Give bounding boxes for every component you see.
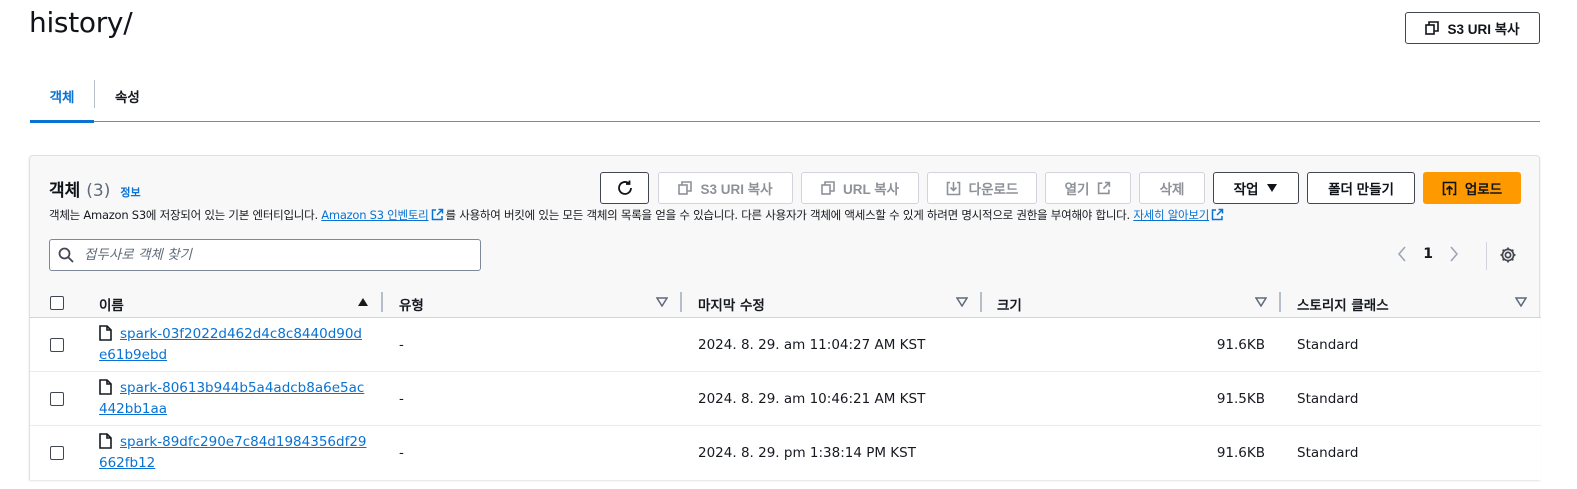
- page-title: history/: [29, 6, 133, 39]
- object-name-link[interactable]: spark-80613b944b5a4adcb8a6e5ac442bb1aa: [99, 380, 364, 417]
- download-icon: [946, 181, 960, 195]
- sort-down-icon[interactable]: [956, 297, 968, 307]
- object-size: 91.6KB: [1216, 445, 1265, 461]
- tab-objects-label: 객체: [49, 90, 75, 106]
- open-label: 열기: [1064, 182, 1090, 197]
- object-name-cell: spark-80613b944b5a4adcb8a6e5ac442bb1aa: [99, 378, 369, 420]
- description-text-1: 객체는 Amazon S3에 저장되어 있는 기본 엔터티입니다.: [49, 208, 318, 222]
- open-button[interactable]: 열기: [1045, 172, 1131, 204]
- copy-icon: [821, 181, 835, 195]
- objects-table: 이름 유형 마지막 수정 크기 스토리지 클래스 spark-03f2022d4…: [30, 288, 1541, 480]
- column-divider[interactable]: [381, 292, 383, 312]
- pagination-divider: [1486, 242, 1487, 270]
- object-name-cell: spark-03f2022d462d4c8c8440d90de61b9ebd: [99, 324, 369, 366]
- copy-s3-uri-label: S3 URI 복사: [1447, 22, 1520, 37]
- object-storage-class: Standard: [1297, 391, 1359, 407]
- object-storage-class: Standard: [1297, 337, 1359, 353]
- tab-properties[interactable]: 속성: [115, 80, 140, 122]
- object-last-modified: 2024. 8. 29. am 11:04:27 AM KST: [698, 337, 926, 353]
- current-page[interactable]: 1: [1423, 246, 1433, 262]
- delete-button[interactable]: 삭제: [1139, 172, 1205, 204]
- object-name-link[interactable]: spark-89dfc290e7c84d1984356df29662fb12: [99, 434, 367, 471]
- object-last-modified: 2024. 8. 29. pm 1:38:14 PM KST: [698, 445, 916, 461]
- copy-url-label: URL 복사: [842, 182, 900, 197]
- object-last-modified: 2024. 8. 29. am 10:46:21 AM KST: [698, 391, 926, 407]
- learn-more-link[interactable]: 자세히 알아보기: [1133, 208, 1209, 222]
- objects-count: (3): [86, 181, 111, 201]
- search-icon: [58, 247, 74, 263]
- gear-icon[interactable]: [1499, 246, 1517, 264]
- create-folder-label: 폴더 만들기: [1328, 182, 1394, 197]
- column-header-last-modified[interactable]: 마지막 수정: [698, 294, 765, 314]
- table-row: spark-03f2022d462d4c8c8440d90de61b9ebd -…: [30, 318, 1541, 372]
- file-icon: [99, 379, 112, 395]
- chevron-right-icon[interactable]: [1449, 246, 1459, 262]
- copy-icon: [678, 181, 693, 195]
- tab-objects[interactable]: 객체: [30, 80, 94, 123]
- table-row: spark-80613b944b5a4adcb8a6e5ac442bb1aa -…: [30, 372, 1541, 426]
- search-input[interactable]: [84, 247, 464, 263]
- objects-header: 객체 (3) 정보: [49, 176, 141, 201]
- tab-properties-label: 속성: [115, 90, 140, 106]
- objects-title: 객체: [49, 181, 81, 201]
- refresh-button[interactable]: [600, 172, 649, 204]
- object-type: -: [399, 337, 404, 353]
- chevron-left-icon[interactable]: [1397, 246, 1407, 262]
- upload-button[interactable]: 업로드: [1423, 172, 1521, 204]
- copy-s3-uri-toolbar-button[interactable]: S3 URI 복사: [658, 172, 793, 204]
- actions-dropdown[interactable]: 작업: [1213, 172, 1299, 204]
- create-folder-button[interactable]: 폴더 만들기: [1307, 172, 1415, 204]
- objects-panel: 객체 (3) 정보 객체는 Amazon S3에 저장되어 있는 기본 엔터티입…: [29, 155, 1541, 480]
- sort-down-icon[interactable]: [656, 297, 668, 307]
- caret-down-icon: [1267, 184, 1278, 192]
- tab-list: 객체 속성: [30, 80, 1540, 123]
- refresh-icon: [617, 180, 632, 195]
- object-type: -: [399, 445, 404, 461]
- download-label: 다운로드: [968, 182, 1019, 197]
- description-text-2: 를 사용하여 버킷에 있는 모든 객체의 목록을 얻을 수 있습니다. 다른 사…: [445, 208, 1131, 222]
- object-type: -: [399, 391, 404, 407]
- select-all-checkbox[interactable]: [50, 296, 64, 310]
- upload-icon: [1442, 181, 1457, 195]
- column-header-storage-class[interactable]: 스토리지 클래스: [1297, 294, 1389, 314]
- copy-s3-uri-button[interactable]: S3 URI 복사: [1405, 12, 1540, 44]
- column-header-name[interactable]: 이름: [99, 294, 124, 314]
- column-divider[interactable]: [680, 292, 682, 312]
- object-size: 91.5KB: [1216, 391, 1265, 407]
- download-button[interactable]: 다운로드: [927, 172, 1037, 204]
- table-header: 이름 유형 마지막 수정 크기 스토리지 클래스: [30, 288, 1541, 318]
- row-checkbox[interactable]: [50, 392, 64, 406]
- sort-down-icon[interactable]: [1515, 297, 1527, 307]
- object-size: 91.6KB: [1216, 337, 1265, 353]
- external-link-icon: [431, 208, 443, 221]
- pagination: 1: [1397, 246, 1459, 262]
- object-storage-class: Standard: [1297, 445, 1359, 461]
- object-name-link[interactable]: spark-03f2022d462d4c8c8440d90de61b9ebd: [99, 326, 362, 363]
- object-name-cell: spark-89dfc290e7c84d1984356df29662fb12: [99, 432, 369, 474]
- tab-divider: [94, 80, 95, 108]
- sort-up-icon[interactable]: [357, 297, 369, 307]
- row-checkbox[interactable]: [50, 338, 64, 352]
- search-box: [49, 239, 481, 271]
- column-divider[interactable]: [1279, 292, 1281, 312]
- info-link[interactable]: 정보: [120, 184, 140, 200]
- column-divider[interactable]: [980, 292, 982, 312]
- file-icon: [99, 325, 112, 341]
- s3-inventory-link[interactable]: Amazon S3 인벤토리: [321, 208, 428, 222]
- upload-label: 업로드: [1464, 182, 1503, 197]
- objects-description: 객체는 Amazon S3에 저장되어 있는 기본 엔터티입니다. Amazon…: [49, 207, 1226, 223]
- file-icon: [99, 433, 112, 449]
- delete-label: 삭제: [1159, 182, 1185, 197]
- copy-url-button[interactable]: URL 복사: [801, 172, 919, 204]
- actions-label: 작업: [1233, 182, 1259, 197]
- column-header-type[interactable]: 유형: [399, 294, 424, 314]
- external-link-icon: [1098, 181, 1111, 195]
- table-row: spark-89dfc290e7c84d1984356df29662fb12 -…: [30, 426, 1541, 480]
- sort-down-icon[interactable]: [1255, 297, 1267, 307]
- column-header-size[interactable]: 크기: [997, 294, 1022, 314]
- copy-icon: [1425, 21, 1440, 35]
- row-checkbox[interactable]: [50, 446, 64, 460]
- external-link-icon: [1211, 208, 1224, 221]
- copy-s3-uri-toolbar-label: S3 URI 복사: [700, 182, 773, 197]
